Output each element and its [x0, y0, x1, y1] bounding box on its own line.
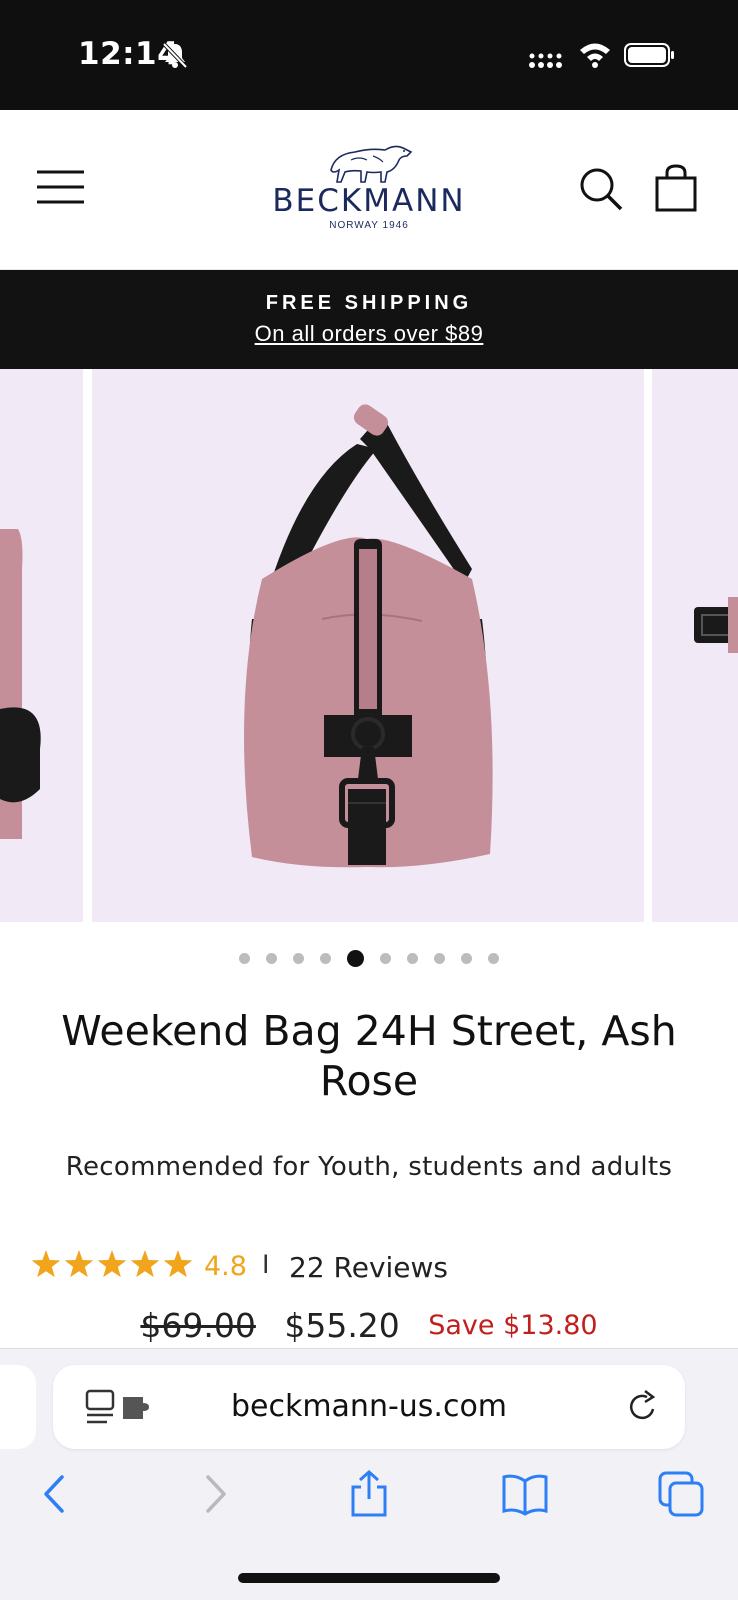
- product-gallery[interactable]: [0, 369, 738, 922]
- site-header: BECKMANN NORWAY 1946: [0, 110, 738, 270]
- pagination-dot[interactable]: [434, 953, 445, 965]
- home-indicator: [238, 1573, 500, 1583]
- pagination-dot-active[interactable]: [347, 950, 364, 968]
- pagination-dot[interactable]: [407, 953, 418, 965]
- brand-tagline: NORWAY 1946: [329, 220, 409, 231]
- pagination-dot[interactable]: [266, 953, 277, 965]
- pagination-dot[interactable]: [320, 953, 331, 965]
- product-recommendation: Recommended for Youth, students and adul…: [65, 1152, 673, 1182]
- gallery-slide-active[interactable]: [92, 369, 644, 922]
- promo-link[interactable]: On all orders over $89: [255, 321, 484, 347]
- star-rating: [31, 1250, 193, 1278]
- shopping-bag-icon[interactable]: [654, 164, 698, 212]
- product-image-partial: [694, 597, 738, 653]
- back-icon[interactable]: [30, 1469, 80, 1519]
- pagination-dot[interactable]: [380, 953, 391, 965]
- status-bar: 12:14: [0, 0, 738, 110]
- savings-badge: Save $13.80: [428, 1310, 598, 1341]
- forward-icon[interactable]: [190, 1469, 240, 1519]
- polar-bear-logo-icon: [330, 145, 413, 183]
- pagination-dot[interactable]: [239, 953, 250, 965]
- search-icon[interactable]: [578, 166, 624, 212]
- product-title: Weekend Bag 24H Street, Ash Rose: [61, 1007, 677, 1105]
- price-row: $69.00 $55.20 Save $13.80: [0, 1306, 738, 1346]
- gallery-pagination: [0, 950, 738, 970]
- rating-row[interactable]: 4.8 I 22 Reviews: [30, 1245, 710, 1285]
- promo-title: FREE SHIPPING: [265, 292, 473, 314]
- original-price: $69.00: [140, 1306, 256, 1345]
- brand-logo[interactable]: BECKMANN NORWAY 1946: [259, 140, 479, 244]
- bookmarks-icon[interactable]: [500, 1469, 550, 1519]
- star-icon: [64, 1250, 94, 1278]
- hamburger-menu-icon[interactable]: [36, 168, 86, 208]
- star-icon: [163, 1250, 193, 1278]
- gallery-slide-next[interactable]: [652, 369, 738, 922]
- browser-toolbar: [0, 1469, 738, 1529]
- pagination-dot[interactable]: [488, 953, 499, 965]
- gallery-slide-previous[interactable]: [0, 369, 83, 922]
- share-icon[interactable]: [344, 1469, 394, 1519]
- browser-bottom-bar: beckmann-us.com: [0, 1348, 738, 1600]
- wifi-icon: [580, 43, 610, 68]
- review-count-link[interactable]: 22 Reviews: [289, 1251, 448, 1284]
- tabs-icon[interactable]: [656, 1469, 706, 1519]
- sale-price: $55.20: [284, 1306, 400, 1345]
- pagination-dot[interactable]: [293, 953, 304, 965]
- product-image: [244, 404, 493, 868]
- star-icon: [97, 1250, 127, 1278]
- rating-value: 4.8: [204, 1251, 247, 1282]
- promo-banner: FREE SHIPPING On all orders over $89: [0, 270, 738, 369]
- cellular-signal-icon: [529, 53, 562, 68]
- pagination-dot[interactable]: [461, 953, 472, 965]
- product-image-partial: [0, 529, 41, 839]
- reload-icon[interactable]: [625, 1389, 661, 1425]
- brand-name: BECKMANN: [272, 183, 466, 219]
- star-icon: [31, 1250, 61, 1278]
- url-text[interactable]: beckmann-us.com: [53, 1389, 685, 1424]
- bell-slash-icon: [162, 42, 188, 69]
- address-bar[interactable]: beckmann-us.com: [53, 1365, 685, 1449]
- star-icon: [130, 1250, 160, 1278]
- previous-tab-card[interactable]: [0, 1365, 36, 1449]
- rating-separator: I: [262, 1249, 270, 1279]
- battery-icon: [624, 43, 674, 67]
